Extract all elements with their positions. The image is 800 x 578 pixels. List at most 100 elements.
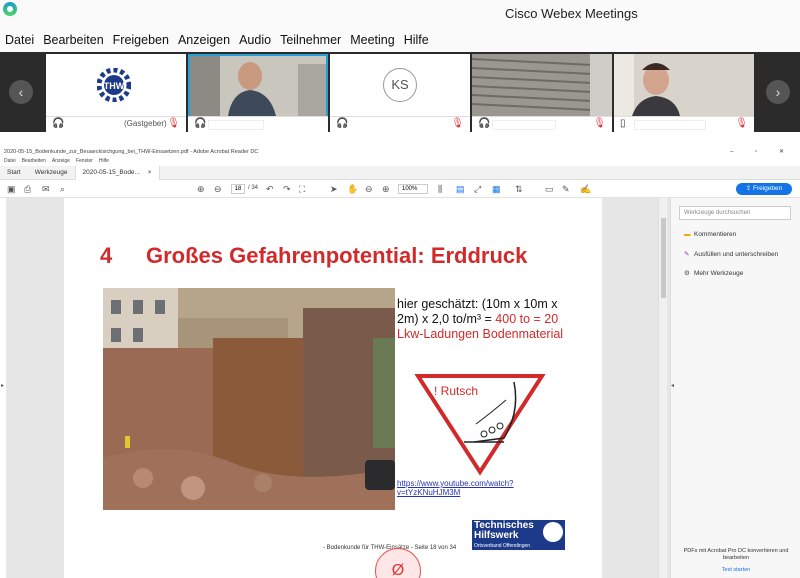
acrobat-menu-bar: Datei Bearbeiten Anzeige Fenster Hilfe (0, 157, 800, 165)
avatar: KS (383, 68, 417, 102)
headset-icon: 🎧 (478, 118, 491, 129)
pen-icon[interactable]: ✎ (562, 184, 570, 195)
thw-emblem-icon (543, 522, 563, 542)
tool-more[interactable]: ⚙ Mehr Werkzeuge (684, 269, 743, 277)
rotate-left-icon[interactable]: ↶ (266, 184, 274, 195)
estimate-text: hier geschätzt: (10m x 10m x 2m) x 2,0 t… (397, 297, 567, 342)
ac-menu-anzeige[interactable]: Anzeige (52, 157, 70, 165)
name-box (492, 120, 556, 130)
participant-tile-ks[interactable]: KS 🎧 🎙 (330, 54, 470, 132)
warning-label: ! Rutsch (434, 384, 479, 398)
tool-comment-label: Kommentieren (694, 231, 737, 238)
scroll-thumb[interactable] (661, 218, 666, 298)
save-icon[interactable]: ▣ (7, 184, 16, 195)
participant-tile-video-3[interactable]: ▯ 🎙 (614, 54, 754, 132)
mic-muted-icon[interactable]: 🎙 (593, 118, 606, 129)
share-icon: ⇪ (745, 185, 753, 192)
acrobat-toolbar: ▣ ⎙ ✉ ⌕ ⊕ ⊖ 18 / 34 ↶ ↷ ⛶ ➤ ✋ ⊖ ⊕ 100% ⫼… (0, 180, 800, 198)
chevron-left-icon[interactable]: ‹ (9, 80, 33, 104)
tile-bar: 🎧 🎙 (330, 116, 470, 132)
fit-icon[interactable]: ⛶ (299, 184, 305, 195)
ac-menu-datei[interactable]: Datei (4, 157, 16, 165)
acrobat-title-bar: 2020-05-15_Bodenkunde_zur_Beuaeckisichgu… (0, 147, 800, 157)
page-down-icon[interactable]: ⊖ (214, 184, 222, 195)
collapse-panel-icon[interactable]: ◂ (671, 382, 674, 389)
landslide-warning-sign: ! Rutsch (414, 372, 546, 481)
slide-title: 4 Großes Gefahrenpotential: Erddruck (100, 243, 527, 269)
fill-sign-icon: ✎ (684, 251, 690, 258)
zoom-in-icon[interactable]: ⊕ (382, 184, 390, 195)
participant-tile-video-1[interactable]: 🎧 (188, 54, 328, 132)
slide-title-text: Großes Gefahrenpotential: Erddruck (146, 243, 528, 268)
search-icon[interactable]: ⌕ (60, 184, 65, 195)
menu-meeting[interactable]: Meeting (350, 33, 394, 47)
menu-hilfe[interactable]: Hilfe (404, 33, 429, 47)
tool-more-label: Mehr Werkzeuge (694, 270, 744, 277)
scroll-icon[interactable]: ⇅ (515, 184, 523, 195)
more-tools-icon: ⚙ (684, 270, 690, 277)
tab-document[interactable]: 2020-05-15_Bode... × (74, 166, 160, 180)
fullscreen-icon[interactable]: ⤢ (474, 184, 481, 195)
zoom-select[interactable]: 100% (398, 184, 428, 194)
thw-logo: Technisches Hilfswerk Ortsverband Offend… (472, 520, 565, 550)
video-feed-2 (472, 54, 612, 116)
page-view-icon[interactable]: ▤ (456, 184, 465, 195)
tool-fill-sign[interactable]: ✎ Ausfüllen und unterschreiben (684, 250, 778, 258)
ac-menu-bearbeiten[interactable]: Bearbeiten (22, 157, 46, 165)
comment-icon[interactable]: ▭ (545, 184, 554, 195)
share-label: Freigeben (752, 185, 783, 192)
participant-strip: ‹ THW 🎧 (Gastgeber) 🎙 🎧 KS 🎧 🎙 🎧 🎙 ▯ 🎙 › (0, 52, 800, 132)
page-input[interactable]: 18 (231, 184, 245, 194)
expand-left-icon[interactable]: ▸ (1, 382, 4, 389)
promo-link[interactable]: Test starten (682, 567, 790, 574)
share-button[interactable]: ⇪ Freigeben (736, 183, 792, 195)
acrobat-tabs: Start Werkzeuge 2020-05-15_Bode... × (0, 166, 800, 180)
participant-tile-host[interactable]: THW 🎧 (Gastgeber) 🎙 (46, 54, 186, 132)
mail-icon[interactable]: ✉ (42, 184, 50, 195)
host-label: (Gastgeber) (124, 119, 167, 128)
zoom-out-icon[interactable]: ⊖ (365, 184, 373, 195)
tool-comment[interactable]: ▬ Kommentieren (684, 231, 736, 238)
mic-muted-icon[interactable]: 🎙 (167, 118, 180, 129)
menu-freigeben[interactable]: Freigeben (113, 33, 169, 47)
name-box (208, 120, 264, 130)
video-feed-3 (614, 54, 754, 116)
print-icon[interactable]: ⎙ (24, 184, 31, 195)
rotate-right-icon[interactable]: ↷ (283, 184, 291, 195)
menu-teilnehmer[interactable]: Teilnehmer (280, 33, 341, 47)
vertical-scrollbar[interactable] (658, 198, 667, 578)
menu-datei[interactable]: Datei (5, 33, 34, 47)
logo-line3: Ortsverband Offendingen (474, 543, 531, 549)
tab-start[interactable]: Start (0, 166, 28, 180)
webex-title-bar: Cisco Webex Meetings (0, 0, 800, 28)
ac-menu-fenster[interactable]: Fenster (76, 157, 93, 165)
svg-text:THW: THW (104, 81, 125, 91)
participant-tile-video-2[interactable]: 🎧 🎙 (472, 54, 612, 132)
webex-logo-icon (3, 2, 17, 16)
close-icon[interactable]: × (148, 169, 152, 176)
app-title: Cisco Webex Meetings (505, 6, 638, 21)
tile-bar: ▯ 🎙 (614, 116, 754, 132)
youtube-link[interactable]: https://www.youtube.com/watch?v=tYzKNuHJ… (397, 479, 567, 497)
menu-bearbeiten[interactable]: Bearbeiten (43, 33, 103, 47)
sign-icon[interactable]: ✍ (580, 184, 591, 195)
window-controls[interactable]: – ▫ ✕ (730, 147, 794, 157)
mic-muted-icon[interactable]: 🎙 (451, 118, 464, 129)
page-up-icon[interactable]: ⊕ (197, 184, 205, 195)
select-icon[interactable]: ➤ (330, 184, 338, 195)
columns-icon[interactable]: ⫼ (438, 184, 442, 195)
read-mode-icon[interactable]: ▦ (492, 184, 501, 195)
hand-icon[interactable]: ✋ (347, 184, 358, 195)
ac-menu-hilfe[interactable]: Hilfe (99, 157, 109, 165)
comment-icon: ▬ (684, 231, 691, 238)
menu-audio[interactable]: Audio (239, 33, 271, 47)
mic-muted-icon[interactable]: 🎙 (735, 118, 748, 129)
tool-fill-sign-label: Ausfüllen und unterschreiben (694, 251, 779, 258)
chevron-right-icon[interactable]: › (766, 80, 790, 104)
menu-anzeigen[interactable]: Anzeigen (178, 33, 230, 47)
tab-werkzeuge[interactable]: Werkzeuge (28, 166, 75, 180)
page-total: / 34 (248, 185, 259, 191)
tools-search-input[interactable]: Werkzeuge durchsuchen (679, 206, 791, 220)
collapsed-wall-photo (103, 288, 395, 510)
logo-line2: Hilfswerk (474, 530, 519, 541)
